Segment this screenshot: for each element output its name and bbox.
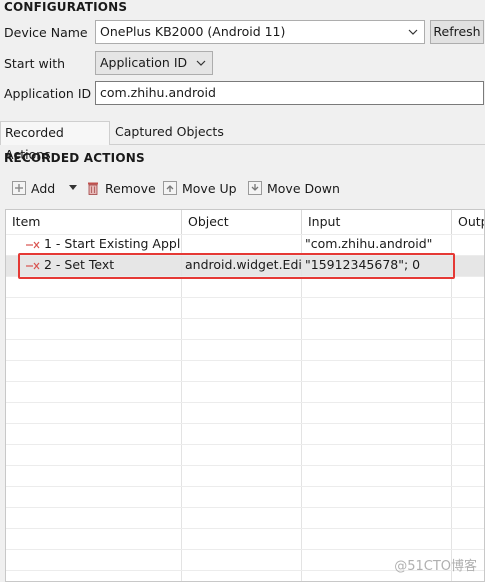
add-button[interactable]: Add [12, 178, 55, 198]
trash-icon [88, 182, 98, 195]
column-header-item[interactable]: Item [6, 210, 182, 234]
column-divider [181, 234, 182, 581]
table-row-1-item-text: 1 - Start Existing Applic [44, 236, 181, 251]
action-icon [26, 241, 40, 248]
column-header-input[interactable]: Input [302, 210, 452, 234]
add-dropdown-icon[interactable] [68, 184, 78, 192]
add-icon [12, 181, 26, 195]
table-row-1-object [185, 234, 299, 254]
highlight-box [18, 253, 455, 279]
row-gridline [6, 402, 484, 403]
column-divider [451, 234, 452, 581]
move-up-button[interactable]: Move Up [163, 178, 237, 198]
row-gridline [6, 465, 484, 466]
refresh-button[interactable]: Refresh [430, 20, 484, 44]
row-gridline [6, 297, 484, 298]
column-header-object[interactable]: Object [182, 210, 302, 234]
remove-label: Remove [105, 180, 156, 196]
row-gridline [6, 444, 484, 445]
application-id-input[interactable]: com.zhihu.android [95, 81, 484, 105]
row-gridline [6, 528, 484, 529]
start-with-label: Start with [4, 56, 66, 71]
move-up-label: Move Up [182, 180, 237, 196]
arrow-up-icon [163, 181, 177, 195]
table-row-1-input: "com.zhihu.android" [305, 236, 433, 251]
device-name-value: OnePlus KB2000 (Android 11) [100, 24, 286, 39]
row-gridline [6, 423, 484, 424]
table-row-1-item[interactable]: 1 - Start Existing Applic [26, 234, 181, 254]
start-with-select[interactable]: Application ID [95, 51, 213, 75]
start-with-value: Application ID [100, 55, 188, 70]
tab-bar: Recorded Actions Captured Objects [0, 121, 485, 162]
device-name-select[interactable]: OnePlus KB2000 (Android 11) [95, 20, 425, 44]
watermark: @51CTO博客 [394, 559, 477, 574]
device-name-label: Device Name [4, 25, 88, 40]
move-down-label: Move Down [267, 180, 340, 196]
row-gridline [6, 381, 484, 382]
tab-captured-objects[interactable]: Captured Objects [111, 121, 228, 145]
column-divider [301, 234, 302, 581]
tab-recorded-actions[interactable]: Recorded Actions [0, 121, 110, 162]
row-gridline [6, 486, 484, 487]
add-label: Add [31, 180, 56, 196]
chevron-down-icon [408, 29, 418, 35]
application-id-label: Application ID [4, 86, 92, 101]
row-gridline [6, 339, 484, 340]
row-gridline [6, 318, 484, 319]
configurations-title: CONFIGURATIONS [4, 0, 128, 14]
column-header-output[interactable]: Outp [452, 210, 484, 234]
remove-button[interactable]: Remove [86, 178, 156, 198]
row-gridline [6, 549, 484, 550]
row-gridline [6, 360, 484, 361]
recorded-actions-title: RECORDED ACTIONS [4, 151, 145, 165]
arrow-down-icon [248, 181, 262, 195]
move-down-button[interactable]: Move Down [248, 178, 340, 198]
row-gridline [6, 507, 484, 508]
chevron-down-icon [196, 60, 206, 66]
